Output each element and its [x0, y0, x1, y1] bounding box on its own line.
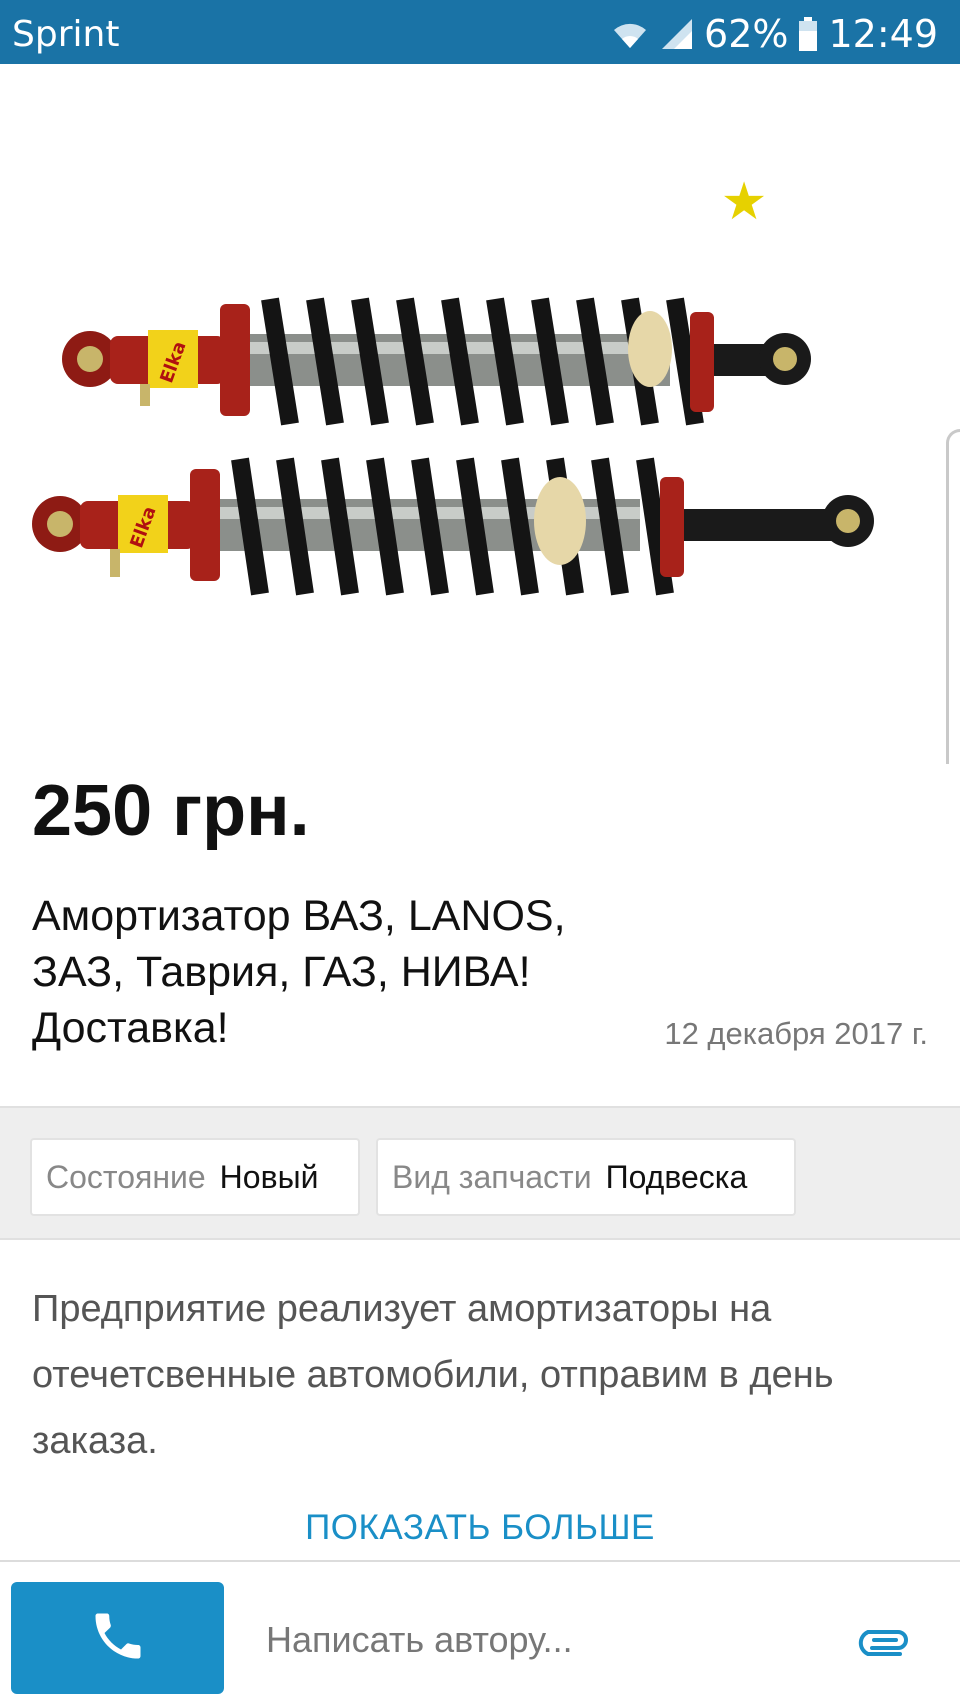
shock-absorbers-image: Elka Elka: [32, 297, 874, 596]
param-value: Новый: [219, 1158, 319, 1195]
wifi-icon: [610, 18, 650, 50]
battery-percent: 62%: [704, 12, 789, 56]
param-part-type[interactable]: Вид запчасти Подвеска: [376, 1138, 796, 1216]
message-input[interactable]: [266, 1612, 826, 1668]
listing-description: Предприятие реализует амортизаторы на от…: [32, 1288, 834, 1462]
param-value: Подвеска: [605, 1158, 748, 1195]
side-drawer-handle[interactable]: [946, 429, 960, 764]
status-indicators: 62% 12:49: [610, 12, 938, 56]
param-key: Вид запчасти: [392, 1158, 592, 1195]
status-bar: Sprint 62% 12:49: [0, 0, 960, 64]
phone-icon: [88, 1606, 148, 1671]
bottom-bar: [0, 1560, 960, 1707]
listing-title: Амортизатор ВАЗ, LANOS, ЗАЗ, Таврия, ГАЗ…: [32, 888, 652, 1056]
battery-icon: [798, 17, 818, 51]
show-more-link[interactable]: ПОКАЗАТЬ БОЛЬШЕ: [0, 1508, 960, 1548]
paperclip-icon[interactable]: [856, 1624, 910, 1661]
clock: 12:49: [828, 12, 938, 56]
star-icon[interactable]: ★: [720, 176, 768, 228]
param-key: Состояние: [46, 1158, 206, 1195]
params-section: Состояние Новый Вид запчасти Подвеска: [0, 1106, 960, 1240]
call-button[interactable]: [11, 1582, 224, 1694]
listing-photo[interactable]: ★ Elka Elka: [0, 64, 960, 764]
signal-icon: [660, 17, 694, 51]
title-line: Доставка!: [32, 1004, 229, 1052]
title-line: ЗАЗ, Таврия, ГАЗ, НИВА!: [32, 948, 531, 996]
title-line: Амортизатор ВАЗ, LANOS,: [32, 892, 566, 940]
price: 250 грн.: [32, 771, 310, 851]
carrier-name: Sprint: [12, 14, 120, 55]
param-condition[interactable]: Состояние Новый: [30, 1138, 360, 1216]
listing-date: 12 декабря 2017 г.: [664, 1016, 928, 1051]
